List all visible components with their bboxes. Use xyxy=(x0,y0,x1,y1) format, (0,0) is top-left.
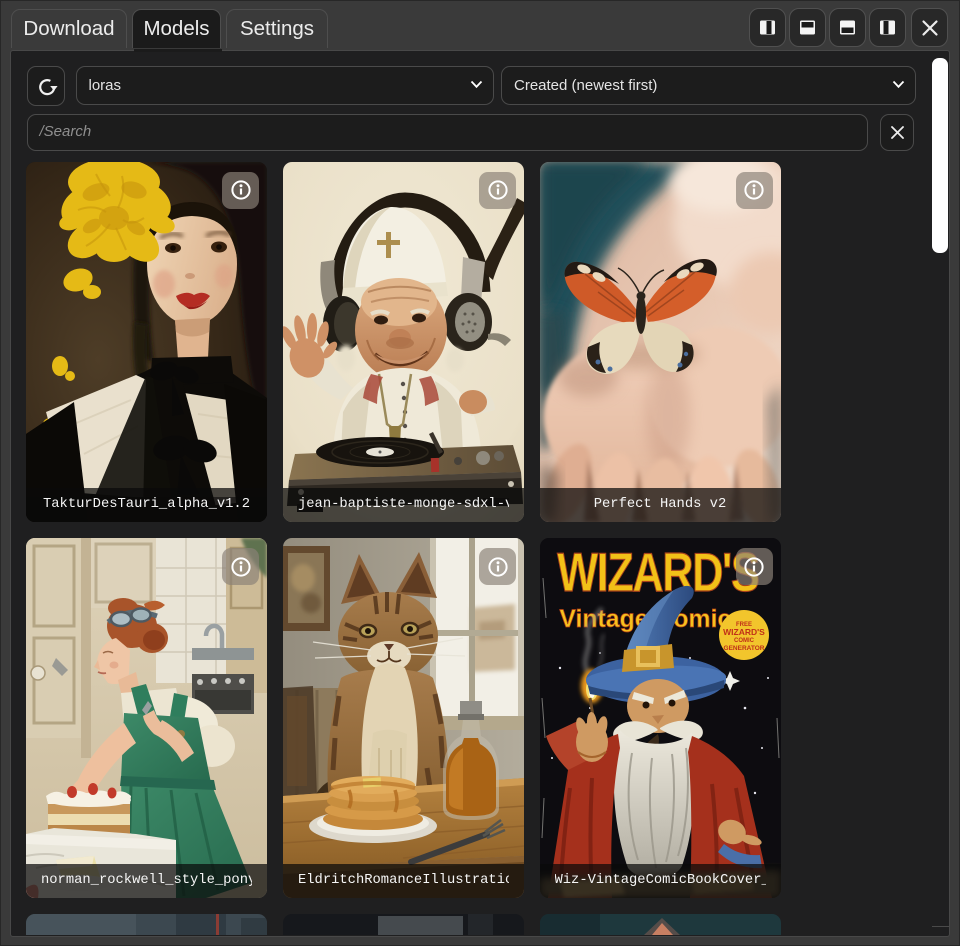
svg-text:WIZARD'S: WIZARD'S xyxy=(557,541,759,603)
svg-text:GENERATOR: GENERATOR xyxy=(723,645,764,652)
svg-text:COMIC: COMIC xyxy=(734,638,755,644)
svg-text:WIZARD'S: WIZARD'S xyxy=(723,627,765,637)
